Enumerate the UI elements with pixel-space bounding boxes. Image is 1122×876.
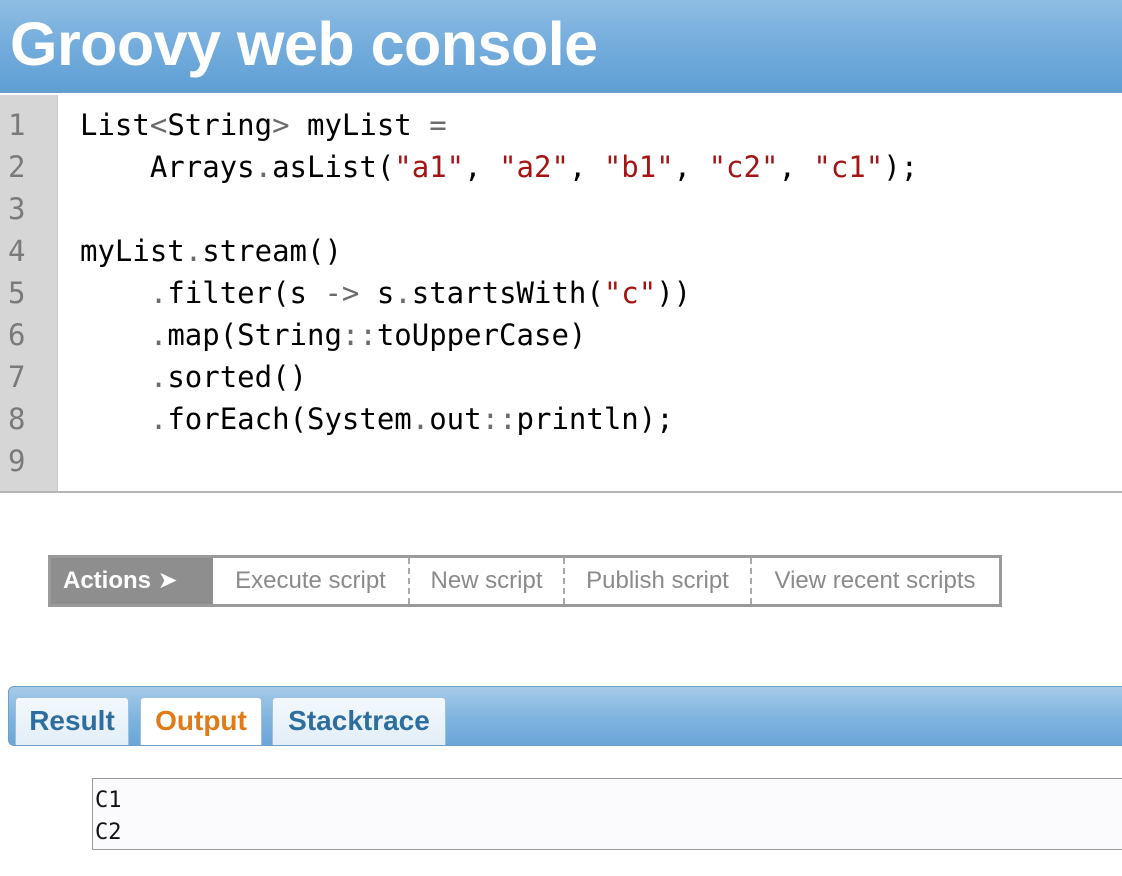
- output-panel: C1 C2: [92, 778, 1122, 850]
- code-line[interactable]: .map(String::toUpperCase): [80, 314, 587, 356]
- code-operator-token: ->: [324, 276, 360, 310]
- code-line[interactable]: myList.stream(): [80, 230, 342, 272]
- code-token: out: [429, 402, 482, 436]
- code-token: s: [359, 276, 395, 310]
- code-line[interactable]: .filter(s -> s.startsWith("c")): [80, 272, 691, 314]
- code-operator-token: ::: [481, 402, 517, 436]
- code-string-token: "c2": [708, 150, 779, 184]
- line-number: 1: [8, 108, 26, 142]
- code-operator-token: ::: [341, 318, 377, 352]
- tab-stacktrace[interactable]: Stacktrace: [272, 697, 446, 745]
- code-token: forEach(System: [167, 402, 412, 436]
- line-number: 2: [8, 150, 26, 184]
- code-token: Arrays: [80, 150, 255, 184]
- actions-toolbar: Actions ➤ Execute script New script Publ…: [48, 555, 1002, 607]
- code-operator-token: .: [254, 150, 273, 184]
- code-token: println);: [516, 402, 674, 436]
- code-operator-token: .: [411, 402, 430, 436]
- code-token: );: [883, 150, 919, 184]
- code-line[interactable]: .forEach(System.out::println);: [80, 398, 674, 440]
- code-line[interactable]: .sorted(): [80, 356, 307, 398]
- code-token: filter(s: [167, 276, 325, 310]
- code-token: toUpperCase): [376, 318, 587, 352]
- code-string-token: "b1": [603, 150, 674, 184]
- code-string-token: "c1": [813, 150, 884, 184]
- tab-result[interactable]: Result: [15, 697, 129, 745]
- code-operator-token: .: [149, 402, 168, 436]
- code-operator-token: .: [394, 276, 412, 310]
- line-number: 3: [8, 192, 26, 226]
- code-string-token: "a1": [394, 150, 465, 184]
- code-operator-token: .: [149, 318, 168, 352]
- execute-script-button[interactable]: Execute script: [213, 558, 408, 604]
- tab-output[interactable]: Output: [140, 697, 262, 745]
- publish-script-button[interactable]: Publish script: [563, 558, 750, 604]
- code-token: String: [167, 108, 273, 142]
- code-token: ,: [778, 150, 814, 184]
- new-script-button[interactable]: New script: [408, 558, 563, 604]
- code-token: map(String: [167, 318, 342, 352]
- code-token: ,: [464, 150, 500, 184]
- code-token: List: [80, 108, 150, 142]
- code-editor[interactable]: 1 2 3 4 5 6 7 8 9 10 List<String> myList…: [0, 95, 1122, 493]
- line-number: 7: [8, 360, 26, 394]
- app-title: Groovy web console: [10, 10, 598, 78]
- code-operator-token: .: [184, 234, 203, 268]
- code-token: ,: [673, 150, 709, 184]
- code-token: )): [656, 276, 692, 310]
- line-number: 8: [8, 402, 26, 436]
- code-token: asList(: [272, 150, 395, 184]
- code-string-token: "a2": [499, 150, 569, 184]
- code-operator-token: =: [429, 108, 447, 142]
- code-line[interactable]: List<String> myList =: [80, 104, 447, 146]
- line-number: 10: [8, 482, 48, 491]
- line-number-gutter: 1 2 3 4 5 6 7 8 9 10: [0, 95, 58, 491]
- actions-label: Actions ➤: [51, 558, 213, 604]
- code-operator-token: >: [272, 108, 290, 142]
- code-token: sorted(): [167, 360, 307, 394]
- line-number: 9: [8, 444, 26, 478]
- code-string-token: "c": [603, 276, 657, 310]
- code-token: ,: [568, 150, 604, 184]
- view-recent-scripts-button[interactable]: View recent scripts: [750, 558, 998, 604]
- code-operator-token: <: [149, 108, 168, 142]
- code-operator-token: .: [149, 276, 168, 310]
- code-token: myList: [80, 234, 185, 268]
- line-number: 5: [8, 276, 26, 310]
- line-number: 6: [8, 318, 26, 352]
- code-line[interactable]: Arrays.asList("a1", "a2", "b1", "c2", "c…: [80, 146, 918, 188]
- output-line: C2: [95, 820, 122, 845]
- code-token: stream(): [202, 234, 342, 268]
- code-token: startsWith(: [411, 276, 604, 310]
- line-number: 4: [8, 234, 26, 268]
- output-line: C1: [95, 788, 122, 813]
- result-tabs-bar: Result Output Stacktrace: [8, 686, 1122, 746]
- code-token: myList: [289, 108, 430, 142]
- code-operator-token: .: [149, 360, 168, 394]
- app-header: Groovy web console: [0, 0, 1122, 93]
